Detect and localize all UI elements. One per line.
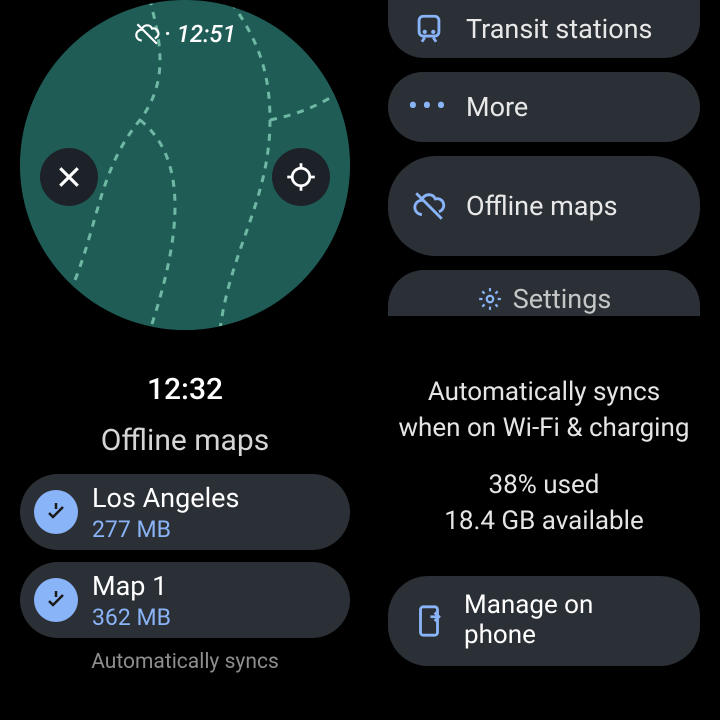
storage-available: 18.4 GB available — [388, 503, 700, 539]
menu-label: More — [466, 91, 528, 123]
menu-more[interactable]: ••• More — [388, 72, 700, 142]
locate-button[interactable] — [272, 148, 330, 206]
page-title: Offline maps — [20, 423, 350, 458]
list-time: 12:32 — [20, 372, 350, 407]
storage-used: 38% used — [388, 467, 700, 503]
storage-info: Automatically syncs when on Wi-Fi & char… — [388, 374, 700, 540]
offline-map-item[interactable]: Map 1 362 MB — [20, 562, 350, 638]
map-watch-face: · 12:51 — [20, 0, 350, 330]
map-name: Los Angeles — [92, 482, 239, 514]
menu-offline-maps[interactable]: Offline maps — [388, 156, 700, 256]
menu-transit-stations[interactable]: Transit stations — [388, 0, 700, 58]
downloaded-icon — [34, 490, 78, 534]
cloud-off-icon — [134, 21, 160, 47]
transit-icon — [412, 12, 446, 46]
menu-label: Offline maps — [466, 190, 618, 222]
status-time: · 12:51 — [164, 20, 236, 48]
menu-label: Transit stations — [466, 13, 652, 45]
menu-label: Settings — [513, 283, 612, 315]
close-button[interactable] — [40, 148, 98, 206]
offline-map-list: Los Angeles 277 MB Map 1 362 MB — [20, 474, 350, 638]
phone-sync-icon — [412, 604, 446, 638]
status-bar: · 12:51 — [134, 20, 236, 48]
map-size: 277 MB — [92, 516, 239, 543]
sync-hint: Automatically syncs — [20, 650, 350, 674]
menu-settings[interactable]: Settings — [388, 270, 700, 316]
cloud-off-icon — [412, 189, 446, 223]
downloaded-icon — [34, 578, 78, 622]
locate-icon — [286, 162, 316, 192]
map-name: Map 1 — [92, 570, 171, 602]
more-icon: ••• — [412, 90, 446, 124]
settings-icon — [477, 282, 503, 316]
map-size: 362 MB — [92, 604, 171, 631]
manage-on-phone-button[interactable]: Manage on phone — [388, 576, 700, 666]
button-label: Manage on phone — [464, 591, 593, 651]
offline-map-item[interactable]: Los Angeles 277 MB — [20, 474, 350, 550]
close-icon — [54, 162, 84, 192]
